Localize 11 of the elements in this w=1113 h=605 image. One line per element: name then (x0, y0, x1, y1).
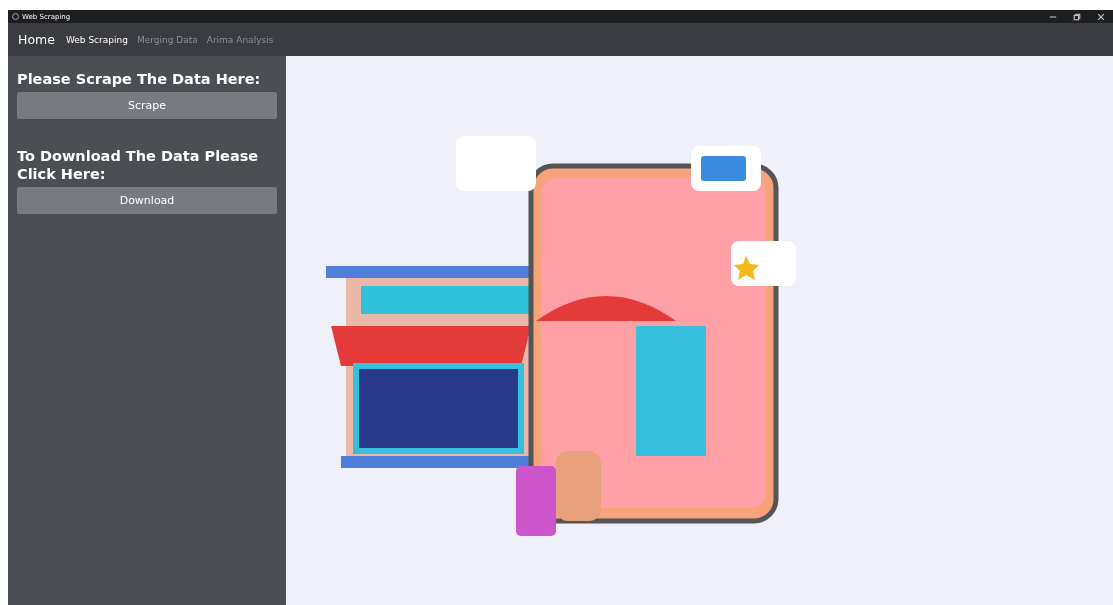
section-heading: Please Scrape The Data Here: (17, 70, 262, 88)
home-link[interactable]: Home (18, 32, 55, 47)
action-button[interactable]: Scrape (17, 92, 277, 119)
close-icon[interactable] (1097, 12, 1105, 21)
section-heading: To Download The Data Please Click Here: (17, 147, 260, 183)
action-button[interactable]: Download (17, 187, 277, 214)
app-icon (12, 13, 19, 20)
nav-tab[interactable]: Merging Data (136, 34, 198, 45)
nav-tab[interactable]: Web Scraping (65, 34, 128, 45)
nav-tab[interactable]: Arima Analysis (206, 34, 274, 45)
restore-icon[interactable] (1073, 12, 1081, 21)
